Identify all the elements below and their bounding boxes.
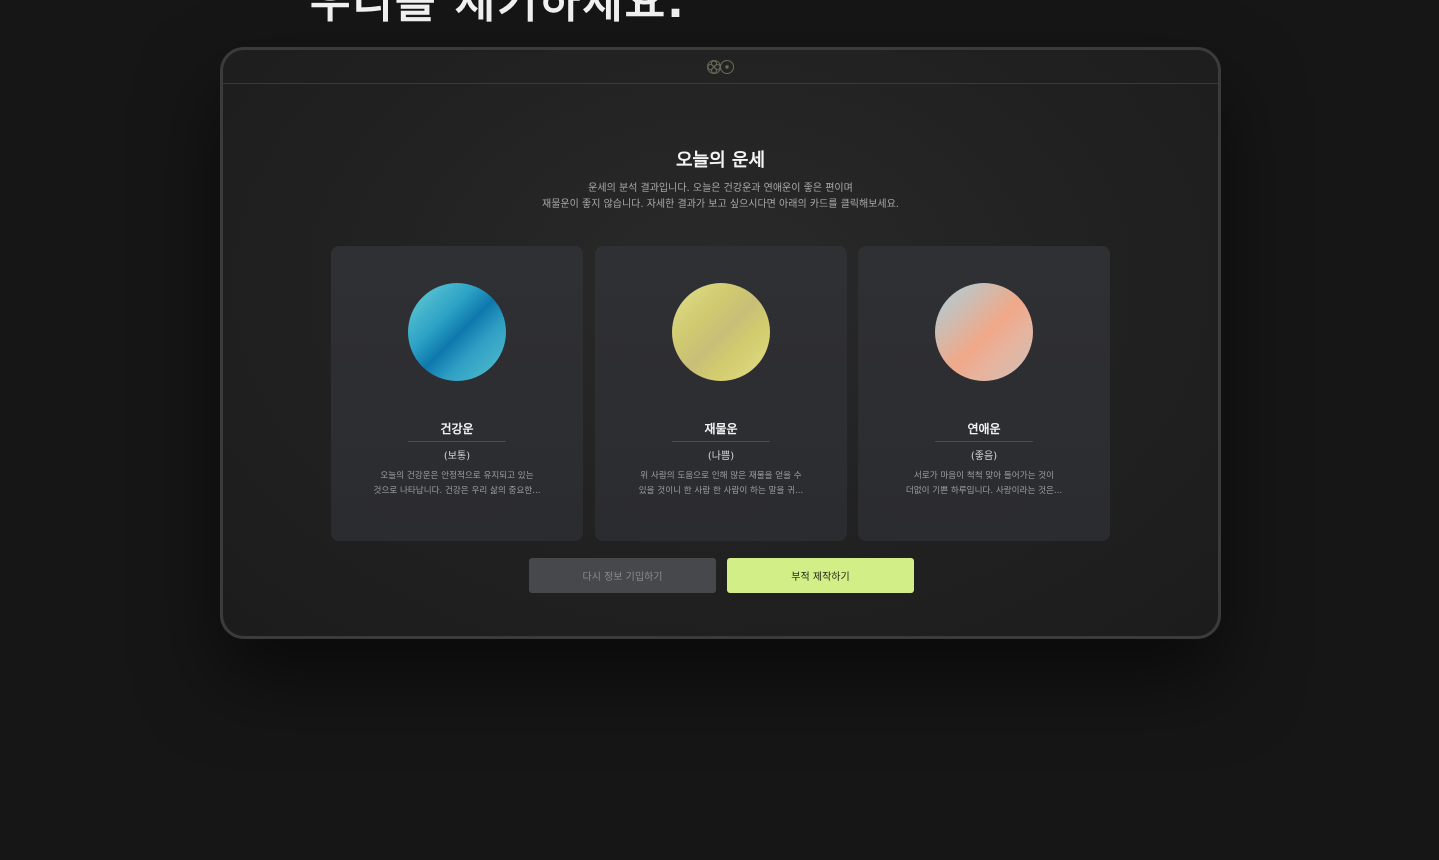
page: 우리를 세기하세요. 오늘의 운세 운세의 분석 결과입니다. 오늘은 건강운과… <box>0 0 1439 860</box>
card-summary: 오늘의 건강운은 안정적으로 유지되고 있는 것으로 나타납니다. 건강은 우리… <box>361 469 553 499</box>
wealth-orb <box>672 283 770 381</box>
retry-info-button[interactable]: 다시 정보 기입하기 <box>529 558 716 593</box>
device-top-bar <box>223 50 1218 84</box>
card-summary-line-2: 있을 것이니 한 사람 한 사람이 하는 말을 귀... <box>638 486 804 496</box>
card-summary-line-1: 위 사람의 도움으로 인해 많은 재물을 얻을 수 <box>640 471 802 481</box>
card-summary-line-1: 오늘의 건강운은 안정적으로 유지되고 있는 <box>380 471 534 481</box>
make-talisman-button[interactable]: 부적 제작하기 <box>727 558 914 593</box>
card-summary-line-1: 서로가 마음이 척척 맞아 들어가는 것이 <box>913 471 1055 481</box>
description-line-1: 운세의 분석 결과입니다. 오늘은 건강운과 연애운이 좋은 편이며 <box>588 183 853 194</box>
card-divider <box>935 441 1033 442</box>
card-divider <box>672 441 770 442</box>
top-heading: 우리를 세기하세요. <box>310 0 686 28</box>
card-title: 연애운 <box>967 422 1001 436</box>
card-title: 재물운 <box>704 422 738 436</box>
card-status: (나쁨) <box>707 451 735 462</box>
device-frame: 오늘의 운세 운세의 분석 결과입니다. 오늘은 건강운과 연애운이 좋은 편이… <box>220 47 1221 639</box>
fortune-card-wealth[interactable]: 재물운 (나쁨) 위 사람의 도움으로 인해 많은 재물을 얻을 수 있을 것이… <box>595 246 847 541</box>
card-status: (좋음) <box>970 451 998 462</box>
fortune-card-love[interactable]: 연애운 (좋음) 서로가 마음이 척척 맞아 들어가는 것이 더없이 기쁜 하루… <box>858 246 1110 541</box>
fortune-card-health[interactable]: 건강운 (보통) 오늘의 건강운은 안정적으로 유지되고 있는 것으로 나타납니… <box>331 246 583 541</box>
page-title: 오늘의 운세 <box>675 150 766 171</box>
card-title: 건강운 <box>440 422 474 436</box>
card-summary-line-2: 더없이 기쁜 하루입니다. 사랑이라는 것은... <box>905 486 1063 496</box>
health-orb <box>408 283 506 381</box>
card-divider <box>408 441 506 442</box>
card-status: (보통) <box>443 451 471 462</box>
clover-circle-logo-icon <box>706 59 734 74</box>
card-summary-line-2: 것으로 나타납니다. 건강은 우리 삶의 중요한... <box>373 486 541 496</box>
card-summary: 위 사람의 도움으로 인해 많은 재물을 얻을 수 있을 것이니 한 사람 한 … <box>625 469 817 499</box>
description-line-2: 재물운이 좋지 않습니다. 자세한 결과가 보고 싶으시다면 아래의 카드를 클… <box>542 199 899 210</box>
love-orb <box>935 283 1033 381</box>
card-summary: 서로가 마음이 척척 맞아 들어가는 것이 더없이 기쁜 하루입니다. 사랑이라… <box>888 469 1080 499</box>
page-description: 운세의 분석 결과입니다. 오늘은 건강운과 연애운이 좋은 편이며 재물운이 … <box>223 181 1218 213</box>
